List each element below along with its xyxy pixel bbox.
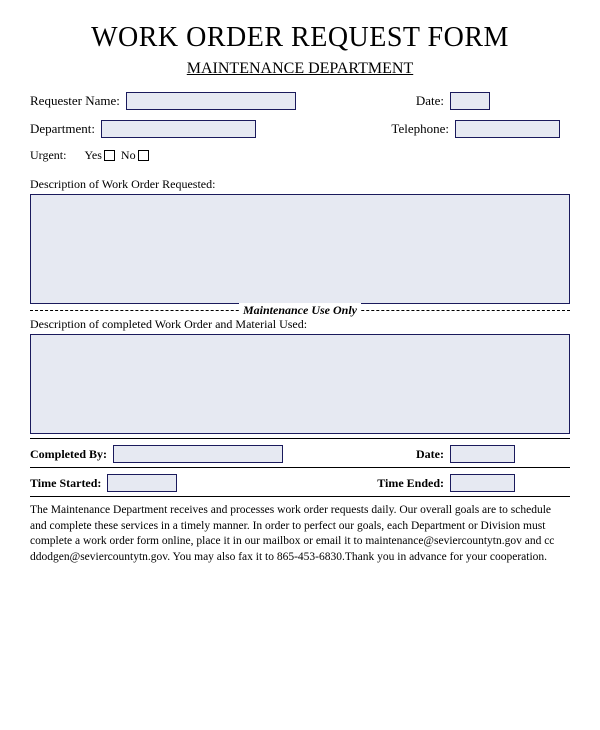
description-textarea[interactable] [30, 194, 570, 304]
time-ended-label: Time Ended: [377, 476, 444, 491]
telephone-label: Telephone: [391, 121, 449, 137]
department-label: Department: [30, 121, 95, 137]
description-label: Description of Work Order Requested: [30, 177, 570, 192]
time-started-input[interactable] [107, 474, 177, 492]
completed-by-label: Completed By: [30, 447, 107, 462]
date2-input[interactable] [450, 445, 515, 463]
maintenance-divider: Maintenance Use Only [30, 310, 570, 311]
time-started-label: Time Started: [30, 476, 101, 491]
no-label: No [121, 148, 136, 163]
rule-3 [30, 496, 570, 497]
completed-description-textarea[interactable] [30, 334, 570, 434]
page-title: WORK ORDER REQUEST FORM [30, 22, 570, 54]
date2-label: Date: [416, 447, 444, 462]
urgent-label: Urgent: [30, 148, 66, 163]
page-subtitle: MAINTENANCE DEPARTMENT [30, 60, 570, 78]
completed-description-label: Description of completed Work Order and … [30, 317, 570, 332]
row-department-telephone: Department: Telephone: [30, 120, 570, 138]
row-time: Time Started: Time Ended: [30, 474, 570, 492]
form-page: WORK ORDER REQUEST FORM MAINTENANCE DEPA… [0, 0, 600, 575]
row-requester-date: Requester Name: Date: [30, 92, 570, 110]
footer-text: The Maintenance Department receives and … [30, 503, 570, 565]
no-checkbox[interactable] [138, 150, 149, 161]
row-urgent: Urgent: Yes No [30, 148, 570, 163]
time-ended-input[interactable] [450, 474, 515, 492]
row-completed-by: Completed By: Date: [30, 445, 570, 463]
rule-1 [30, 438, 570, 439]
requester-name-input[interactable] [126, 92, 296, 110]
department-input[interactable] [101, 120, 256, 138]
rule-2 [30, 467, 570, 468]
date-input[interactable] [450, 92, 490, 110]
requester-name-label: Requester Name: [30, 93, 120, 109]
yes-label: Yes [84, 148, 101, 163]
divider-text: Maintenance Use Only [239, 303, 361, 318]
yes-checkbox[interactable] [104, 150, 115, 161]
date-label: Date: [416, 93, 444, 109]
completed-by-input[interactable] [113, 445, 283, 463]
telephone-input[interactable] [455, 120, 560, 138]
